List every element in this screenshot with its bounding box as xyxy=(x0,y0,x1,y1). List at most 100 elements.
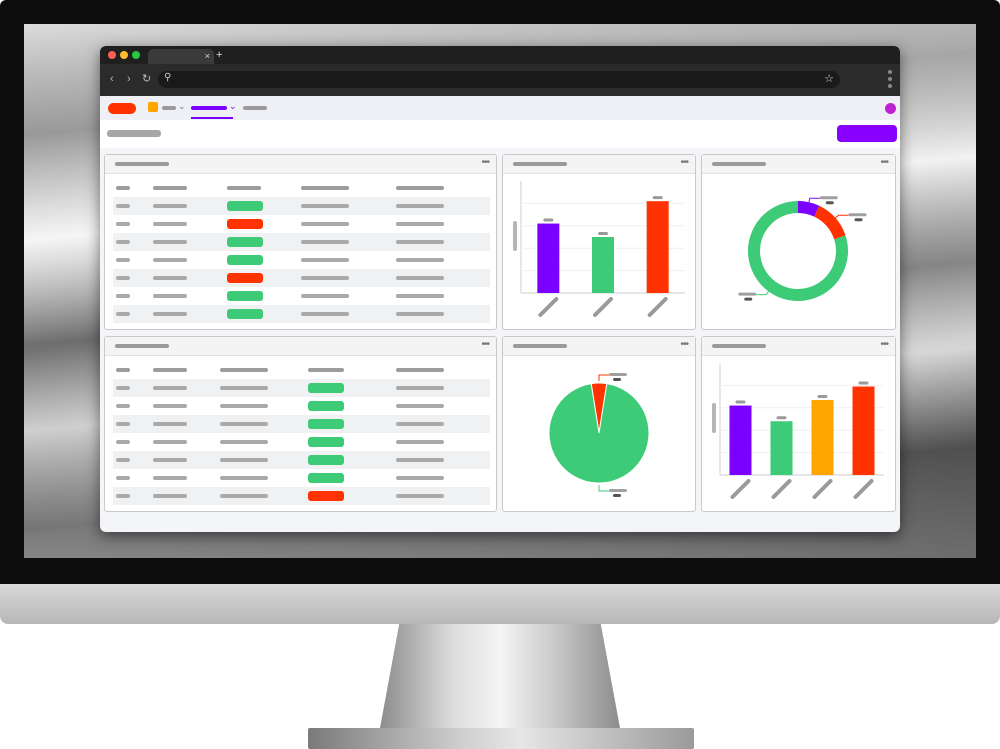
table-row[interactable] xyxy=(113,487,490,505)
table-row[interactable] xyxy=(113,305,490,323)
status-badge xyxy=(227,237,263,247)
card-header: ••• xyxy=(105,155,496,174)
browser-tab[interactable]: × xyxy=(148,49,214,64)
card-header: ••• xyxy=(503,155,695,174)
table-cell xyxy=(301,294,349,298)
table-cell xyxy=(116,440,130,444)
table-row[interactable] xyxy=(113,233,490,251)
table-row[interactable] xyxy=(113,251,490,269)
table-row[interactable] xyxy=(113,469,490,487)
table-cell xyxy=(396,222,444,226)
table-row[interactable] xyxy=(113,397,490,415)
forward-icon[interactable]: › xyxy=(127,73,131,86)
table-cell xyxy=(153,222,187,226)
table-cell xyxy=(396,204,444,208)
table-cell xyxy=(220,476,268,480)
table-row[interactable] xyxy=(113,379,490,397)
status-badge xyxy=(308,455,344,465)
nav-item-3[interactable] xyxy=(243,106,267,110)
table-row[interactable] xyxy=(113,215,490,233)
table-cell xyxy=(153,294,187,298)
tick-label xyxy=(812,479,833,499)
table-cell xyxy=(396,404,444,408)
bar xyxy=(770,421,793,475)
table-cell xyxy=(396,240,444,244)
column-header[interactable] xyxy=(116,186,130,190)
nav-item-1[interactable] xyxy=(162,106,176,110)
slice-label xyxy=(819,196,838,200)
table-cell xyxy=(153,240,187,244)
more-options-icon[interactable]: ••• xyxy=(680,157,688,169)
back-icon[interactable]: ‹ xyxy=(110,73,114,86)
status-badge xyxy=(227,309,263,319)
bar xyxy=(646,201,669,293)
more-options-icon[interactable]: ••• xyxy=(880,157,888,169)
column-header[interactable] xyxy=(153,186,187,190)
table-cell xyxy=(116,294,130,298)
url-input[interactable]: ⚲ ☆ xyxy=(158,71,840,88)
data-label xyxy=(817,394,828,398)
column-header[interactable] xyxy=(301,186,349,190)
nav-active-underline xyxy=(191,117,233,119)
nav-item-icon[interactable] xyxy=(148,102,158,112)
status-badge xyxy=(227,291,263,301)
donut-slice xyxy=(813,205,846,240)
tab-close-icon[interactable]: × xyxy=(205,50,210,62)
table-row[interactable] xyxy=(113,197,490,215)
chevron-down-icon[interactable]: ⌄ xyxy=(178,100,186,112)
column-header[interactable] xyxy=(227,186,261,190)
more-options-icon[interactable]: ••• xyxy=(481,157,489,169)
column-header[interactable] xyxy=(308,368,344,372)
column-header[interactable] xyxy=(220,368,268,372)
primary-action-button[interactable] xyxy=(837,125,897,142)
window-close-dot[interactable] xyxy=(108,51,116,59)
column-header[interactable] xyxy=(153,368,187,372)
table-cell xyxy=(396,312,444,316)
column-header[interactable] xyxy=(116,368,130,372)
column-header[interactable] xyxy=(396,368,444,372)
table-cell xyxy=(396,458,444,462)
window-maximize-dot[interactable] xyxy=(132,51,140,59)
more-options-icon[interactable]: ••• xyxy=(880,339,888,351)
table-row[interactable] xyxy=(113,415,490,433)
column-header[interactable] xyxy=(396,186,444,190)
data-label xyxy=(598,232,608,235)
nav-item-2-active[interactable] xyxy=(191,106,227,110)
bar-chart-card-2: ••• xyxy=(701,336,896,512)
table-card-top: ••• xyxy=(104,154,497,330)
window-minimize-dot[interactable] xyxy=(120,51,128,59)
chevron-down-icon[interactable]: ⌄ xyxy=(229,100,237,112)
status-badge xyxy=(227,255,263,265)
bookmark-star-icon[interactable]: ☆ xyxy=(824,72,834,85)
slice-label xyxy=(609,489,627,492)
reload-icon[interactable]: ↻ xyxy=(142,73,151,86)
table-cell xyxy=(396,386,444,390)
table-cell xyxy=(153,312,187,316)
table-row[interactable] xyxy=(113,287,490,305)
table-cell xyxy=(220,494,268,498)
avatar[interactable] xyxy=(885,103,896,114)
table-cell xyxy=(116,404,130,408)
leader-line xyxy=(808,197,820,203)
monitor-chin xyxy=(0,584,1000,624)
card-title xyxy=(513,162,567,166)
data-table xyxy=(113,361,490,505)
table-cell xyxy=(116,258,130,262)
card-title xyxy=(115,344,169,348)
y-axis-label xyxy=(513,221,517,251)
more-options-icon[interactable]: ••• xyxy=(481,339,489,351)
table-cell xyxy=(116,422,130,426)
pie-chart xyxy=(548,373,650,497)
leader-line xyxy=(598,485,609,492)
more-options-icon[interactable]: ••• xyxy=(680,339,688,351)
table-row[interactable] xyxy=(113,269,490,287)
card-header: ••• xyxy=(503,337,695,356)
table-row[interactable] xyxy=(113,433,490,451)
browser-menu-icon[interactable] xyxy=(888,70,892,91)
table-header-row xyxy=(113,361,490,379)
table-cell xyxy=(301,222,349,226)
address-bar: ‹ › ↻ ⚲ ☆ xyxy=(100,64,900,96)
app-logo[interactable] xyxy=(108,103,136,114)
new-tab-icon[interactable]: + xyxy=(216,48,222,62)
table-row[interactable] xyxy=(113,451,490,469)
